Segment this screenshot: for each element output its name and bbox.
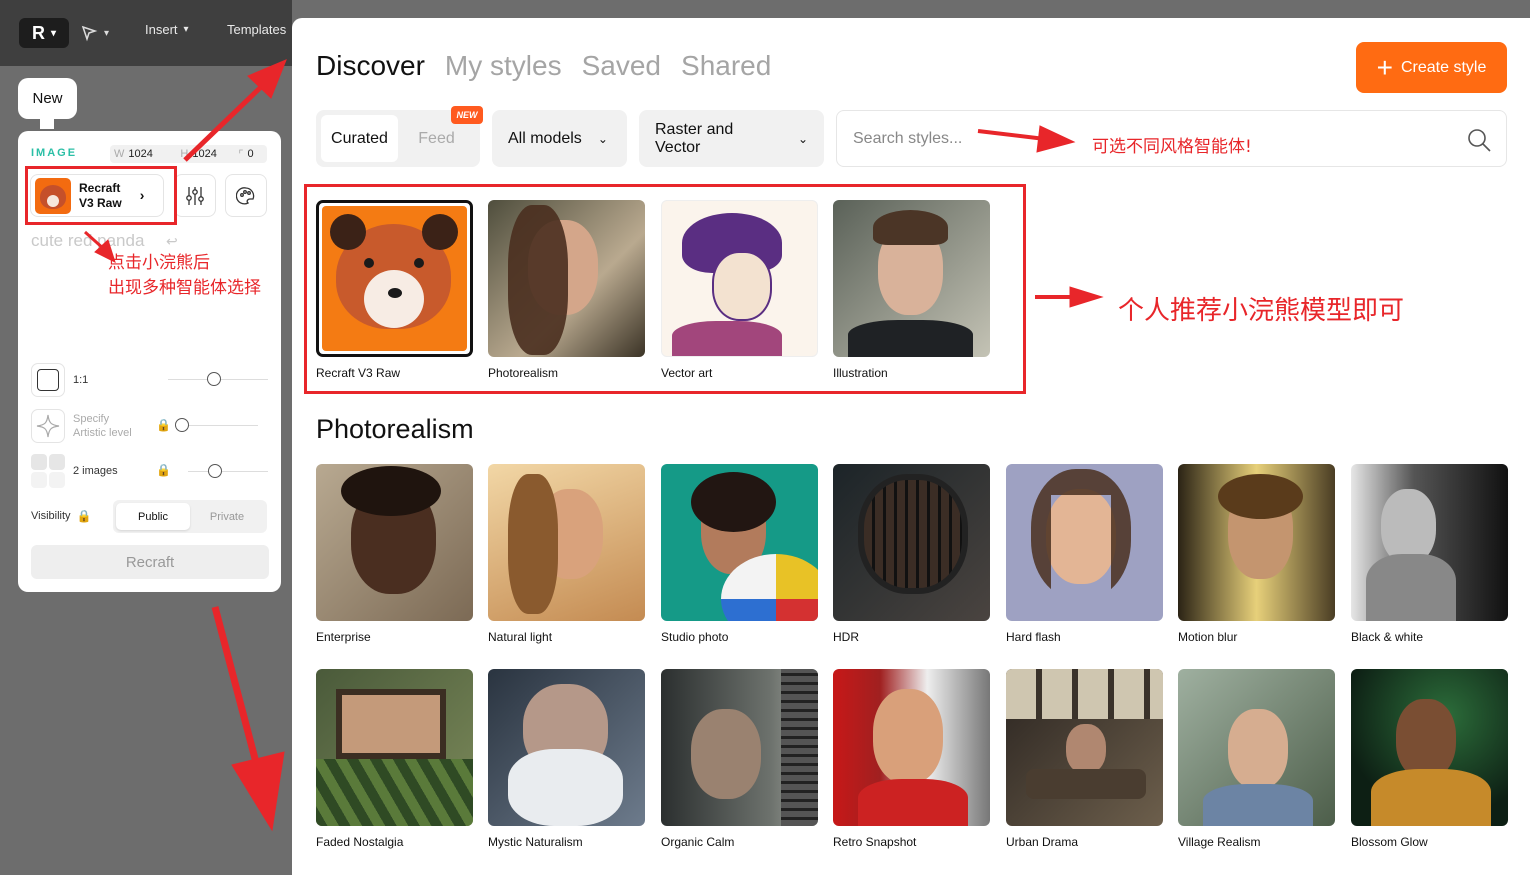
annotation-arrows: [83, 59, 1104, 832]
